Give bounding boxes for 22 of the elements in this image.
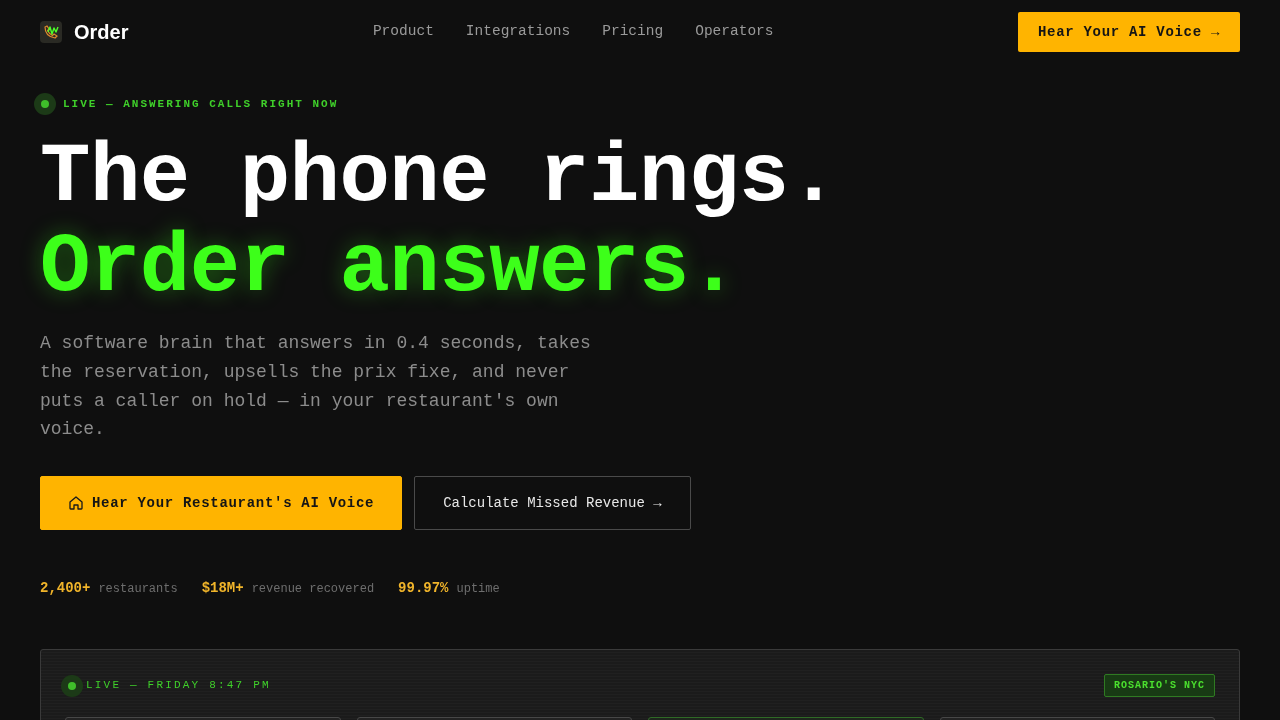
phone-waveform-logo-icon — [40, 21, 62, 43]
nav-link[interactable]: Operators — [695, 21, 774, 43]
headline-line: The phone rings. — [40, 133, 840, 223]
stat-value: 99.97% — [398, 579, 449, 599]
nav-link[interactable]: Pricing — [602, 21, 664, 43]
nav-link[interactable]: Product — [372, 21, 434, 43]
stat-label: revenue recovered — [251, 581, 375, 599]
stat-label: restaurants — [98, 581, 178, 599]
brand-name[interactable]: Order — [74, 17, 129, 47]
hero-description: A software brain that answers in 0.4 seconds, takes the reservation, upsells the prix fixe, and never puts a caller on hold — in your restaurant's own voice. — [40, 332, 592, 442]
stat-value: 2,400+ — [40, 579, 91, 599]
live-status-label: LIVE — ANSWERING CALLS RIGHT NOW — [63, 96, 339, 112]
primary-cta-button[interactable]: Hear Your Restaurant's AI Voice — [40, 476, 403, 531]
live-panel-status: LIVE — FRIDAY 8:47 PM — [86, 678, 271, 694]
stat-label: uptime — [456, 581, 500, 599]
nav-link[interactable]: Integrations — [465, 21, 571, 43]
home-icon — [68, 495, 84, 512]
cta-button[interactable]: Hear Your AI Voice → — [1017, 12, 1240, 52]
revenue-calculator-button[interactable]: Calculate Missed Revenue → — [414, 476, 691, 531]
stat-value: $18M+ — [201, 579, 244, 599]
headline-line: Order answers. — [40, 223, 740, 313]
location-tag: ROSARIO'S NYC — [1104, 674, 1215, 698]
